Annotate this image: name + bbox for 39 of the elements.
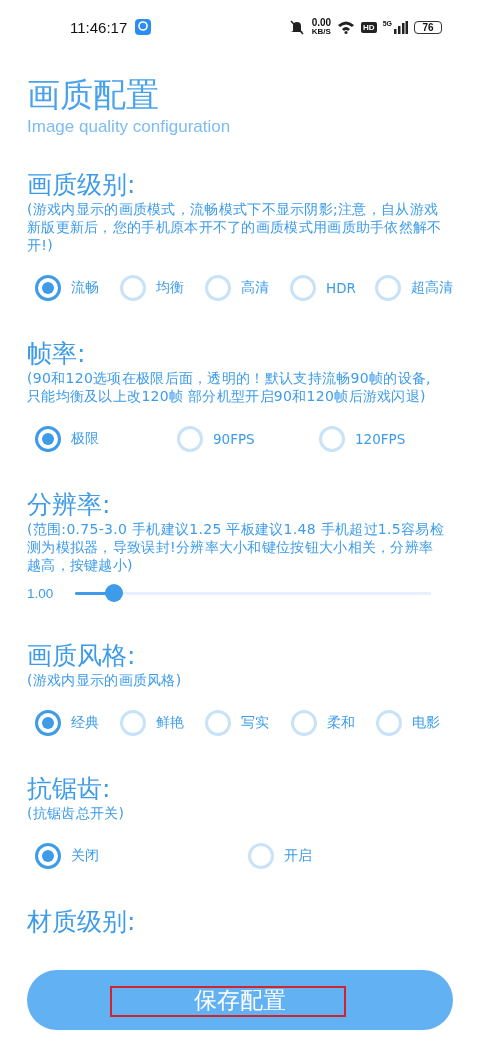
radio-option[interactable]: 开启 <box>240 836 453 876</box>
section-heading: 帧率: <box>27 339 87 369</box>
radio-option[interactable]: 写实 <box>197 703 283 743</box>
radio-option[interactable]: 超高清 <box>367 268 453 308</box>
save-button[interactable]: 保存配置 <box>27 970 453 1030</box>
section-heading: 材质级别: <box>27 907 137 937</box>
hd-badge: HD <box>361 21 377 33</box>
battery-level: 76 <box>414 20 442 34</box>
slider-thumb[interactable] <box>105 584 124 602</box>
section-heading: 抗锯齿: <box>27 774 112 804</box>
section-description: (游戏内显示的画质风格) <box>27 671 183 689</box>
section-description: (游戏内显示的画质模式，流畅模式下不显示阴影;注意，自从游戏新版更新后，您的手机原本开不了的画质模式用画质助手依然解不开!) <box>27 200 443 254</box>
page-title: 画质配置 <box>27 75 160 115</box>
app-icon <box>135 19 152 35</box>
radio-option[interactable]: 高清 <box>197 268 282 308</box>
section-heading: 分辨率: <box>27 490 112 520</box>
signal-icon <box>394 20 408 34</box>
section-description: (抗锯齿总开关) <box>27 804 126 822</box>
radio-option[interactable]: 均衡 <box>112 268 197 308</box>
radio-option[interactable]: 流畅 <box>27 268 112 308</box>
radio-option[interactable]: HDR <box>282 268 367 308</box>
wifi-icon <box>337 20 356 34</box>
clock-time: 11:46:17 <box>70 18 128 36</box>
radio-option[interactable]: 电影 <box>367 703 453 743</box>
network-speed: 0.00 KB/S <box>311 18 332 36</box>
section-description: (90和120选项在极限后面，透明的！默认支持流畅90帧的设备,只能均衡及以上改120帧 部分机型开启90和120帧后游戏闪退) <box>27 369 432 405</box>
muted-bell-icon <box>287 19 306 35</box>
page-subtitle: Image quality configuration <box>27 116 232 138</box>
radio-option[interactable]: 90FPS <box>169 419 311 459</box>
radio-option[interactable]: 120FPS <box>311 419 453 459</box>
radio-option[interactable]: 关闭 <box>27 836 240 876</box>
radio-option[interactable]: 经典 <box>27 703 113 743</box>
radio-option[interactable]: 鲜艳 <box>112 703 198 743</box>
section-heading: 画质风格: <box>27 641 137 671</box>
section-description: (范围:0.75-3.0 手机建议1.25 平板建议1.48 手机超过1.5容易检测为模拟器，导致误封!分辨率大小和键位按钮大小相关，分辨率越高，按键越小) <box>27 520 445 574</box>
section-heading: 画质级别: <box>27 170 137 200</box>
radio-option[interactable]: 极限 <box>27 419 169 459</box>
slider-value: 1.00 <box>27 585 55 601</box>
radio-option[interactable]: 柔和 <box>282 703 368 743</box>
